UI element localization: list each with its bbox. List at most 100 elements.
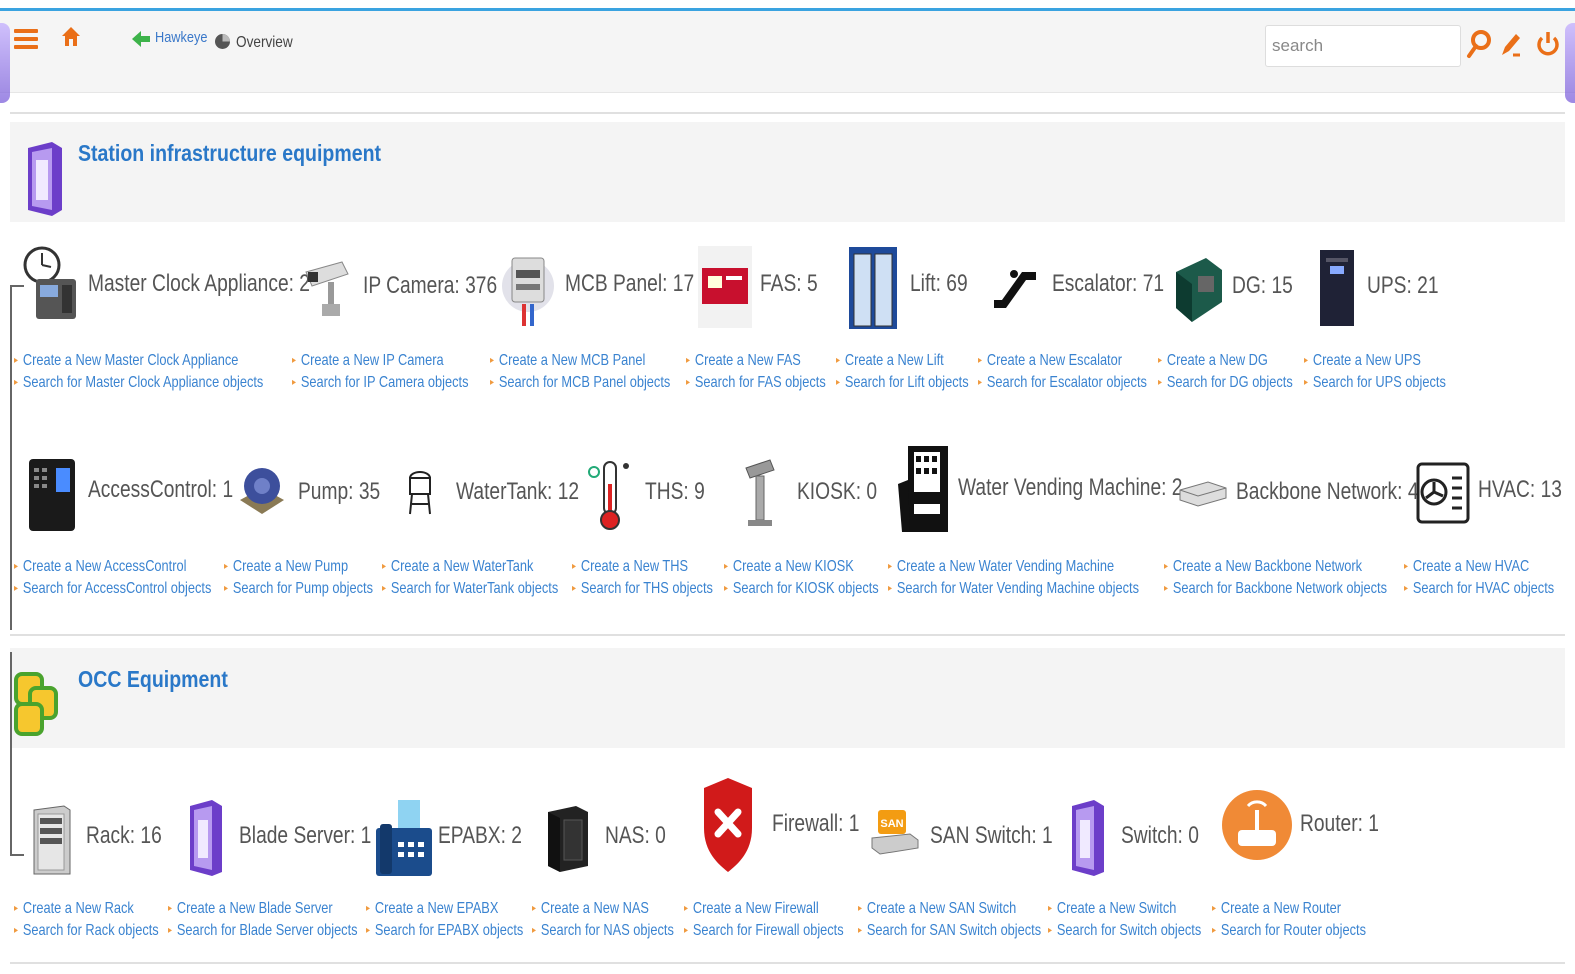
create-link[interactable]: Create a New Router [1212,900,1341,918]
generator-icon [1172,252,1224,331]
search-link[interactable]: Search for SAN Switch objects [858,922,1041,940]
equipment-label[interactable]: KIOSK: 0 [797,478,877,506]
search-link[interactable]: Search for Water Vending Machine objects [888,580,1139,598]
search-link[interactable]: Search for Firewall objects [684,922,844,940]
create-link[interactable]: Create a New Backbone Network [1164,558,1362,576]
blade-server-icon [186,798,226,883]
search-link[interactable]: Search for WaterTank objects [382,580,558,598]
search-link[interactable]: Search for Backbone Network objects [1164,580,1387,598]
equipment-label[interactable]: UPS: 21 [1367,272,1439,300]
breadcrumb-link[interactable]: Hawkeye [155,29,207,46]
search-link[interactable]: Search for KIOSK objects [724,580,879,598]
search-link[interactable]: Search for Master Clock Appliance object… [14,374,263,392]
equipment-label[interactable]: HVAC: 13 [1478,476,1562,504]
equipment-label[interactable]: MCB Panel: 17 [565,270,694,298]
create-link[interactable]: Create a New MCB Panel [490,352,646,370]
search-link[interactable]: Search for FAS objects [686,374,826,392]
equipment-label[interactable]: AccessControl: 1 [88,476,233,504]
create-link[interactable]: Create a New Switch [1048,900,1177,918]
firewall-icon [702,776,754,881]
create-link[interactable]: Create a New AccessControl [14,558,187,576]
equipment-label[interactable]: Escalator: 71 [1052,270,1164,298]
menu-icon[interactable] [14,29,38,53]
ip-camera-icon [302,258,352,325]
equipment-label[interactable]: Lift: 69 [910,270,968,298]
create-link[interactable]: Create a New IP Camera [292,352,444,370]
search-link[interactable]: Search for Rack objects [14,922,159,940]
equipment-label[interactable]: SAN Switch: 1 [930,822,1053,850]
equipment-label[interactable]: THS: 9 [645,478,705,506]
vending-machine-icon [898,444,950,541]
search-link[interactable]: Search for Pump objects [224,580,373,598]
equipment-label[interactable]: Firewall: 1 [772,810,859,838]
search-input[interactable] [1265,25,1461,67]
create-link[interactable]: Create a New HVAC [1404,558,1529,576]
create-link[interactable]: Create a New UPS [1304,352,1421,370]
create-link[interactable]: Create a New SAN Switch [858,900,1016,918]
equipment-label[interactable]: Pump: 35 [298,478,380,506]
search-link[interactable]: Search for DG objects [1158,374,1293,392]
section-header-station: Station infrastructure equipment [10,122,1565,222]
equipment-label[interactable]: Switch: 0 [1121,822,1199,850]
create-link[interactable]: Create a New Rack [14,900,134,918]
search-link[interactable]: Search for EPABX objects [366,922,523,940]
search-link[interactable]: Search for AccessControl objects [14,580,212,598]
tree-connector [10,854,24,856]
section-divider [10,112,1565,114]
create-link[interactable]: Create a New Water Vending Machine [888,558,1114,576]
section-title: OCC Equipment [78,666,228,692]
search-link[interactable]: Search for HVAC objects [1404,580,1554,598]
equipment-label[interactable]: FAS: 5 [760,270,818,298]
rack-icon [30,804,74,881]
search-link[interactable]: Search for Escalator objects [978,374,1147,392]
section-title: Station infrastructure equipment [78,140,382,166]
search-link[interactable]: Search for Router objects [1212,922,1366,940]
equipment-label[interactable]: Rack: 16 [86,822,162,850]
ups-icon [1318,248,1356,335]
search-link[interactable]: Search for Blade Server objects [168,922,358,940]
search-link[interactable]: Search for THS objects [572,580,713,598]
pie-chart-icon [215,34,230,49]
power-icon[interactable] [1534,29,1562,59]
thermometer-icon [588,460,634,537]
create-link[interactable]: Create a New Lift [836,352,944,370]
escalator-icon [992,268,1038,317]
equipment-label[interactable]: EPABX: 2 [438,822,522,850]
create-link[interactable]: Create a New NAS [532,900,649,918]
edit-icon[interactable] [1498,29,1526,59]
epabx-icon [376,798,432,883]
equipment-label[interactable]: WaterTank: 12 [456,478,579,506]
section-divider [10,634,1565,636]
search-link[interactable]: Search for MCB Panel objects [490,374,670,392]
create-link[interactable]: Create a New Escalator [978,352,1122,370]
water-tank-icon [408,470,432,521]
create-link[interactable]: Create a New Blade Server [168,900,333,918]
create-link[interactable]: Create a New Pump [224,558,348,576]
search-link[interactable]: Search for NAS objects [532,922,674,940]
create-link[interactable]: Create a New WaterTank [382,558,534,576]
equipment-label[interactable]: Backbone Network: 4 [1236,478,1419,506]
equipment-label[interactable]: DG: 15 [1232,272,1293,300]
search-icon[interactable] [1466,29,1494,59]
equipment-label[interactable]: Water Vending Machine: 2 [958,474,1182,502]
back-arrow-icon[interactable] [130,29,152,49]
equipment-label[interactable]: Master Clock Appliance: 2 [88,270,310,298]
search-link[interactable]: Search for Lift objects [836,374,969,392]
equipment-label[interactable]: Router: 1 [1300,810,1379,838]
equipment-label[interactable]: IP Camera: 376 [363,272,497,300]
search-link[interactable]: Search for Switch objects [1048,922,1201,940]
create-link[interactable]: Create a New KIOSK [724,558,854,576]
home-icon[interactable] [60,25,82,49]
hvac-icon [1416,462,1470,529]
create-link[interactable]: Create a New DG [1158,352,1268,370]
search-link[interactable]: Search for IP Camera objects [292,374,469,392]
create-link[interactable]: Create a New Firewall [684,900,819,918]
create-link[interactable]: Create a New FAS [686,352,801,370]
create-link[interactable]: Create a New Master Clock Appliance [14,352,239,370]
create-link[interactable]: Create a New EPABX [366,900,499,918]
search-link[interactable]: Search for UPS objects [1304,374,1446,392]
equipment-label[interactable]: NAS: 0 [605,822,666,850]
create-link[interactable]: Create a New THS [572,558,688,576]
equipment-label[interactable]: Blade Server: 1 [239,822,371,850]
kiosk-icon [742,458,778,533]
